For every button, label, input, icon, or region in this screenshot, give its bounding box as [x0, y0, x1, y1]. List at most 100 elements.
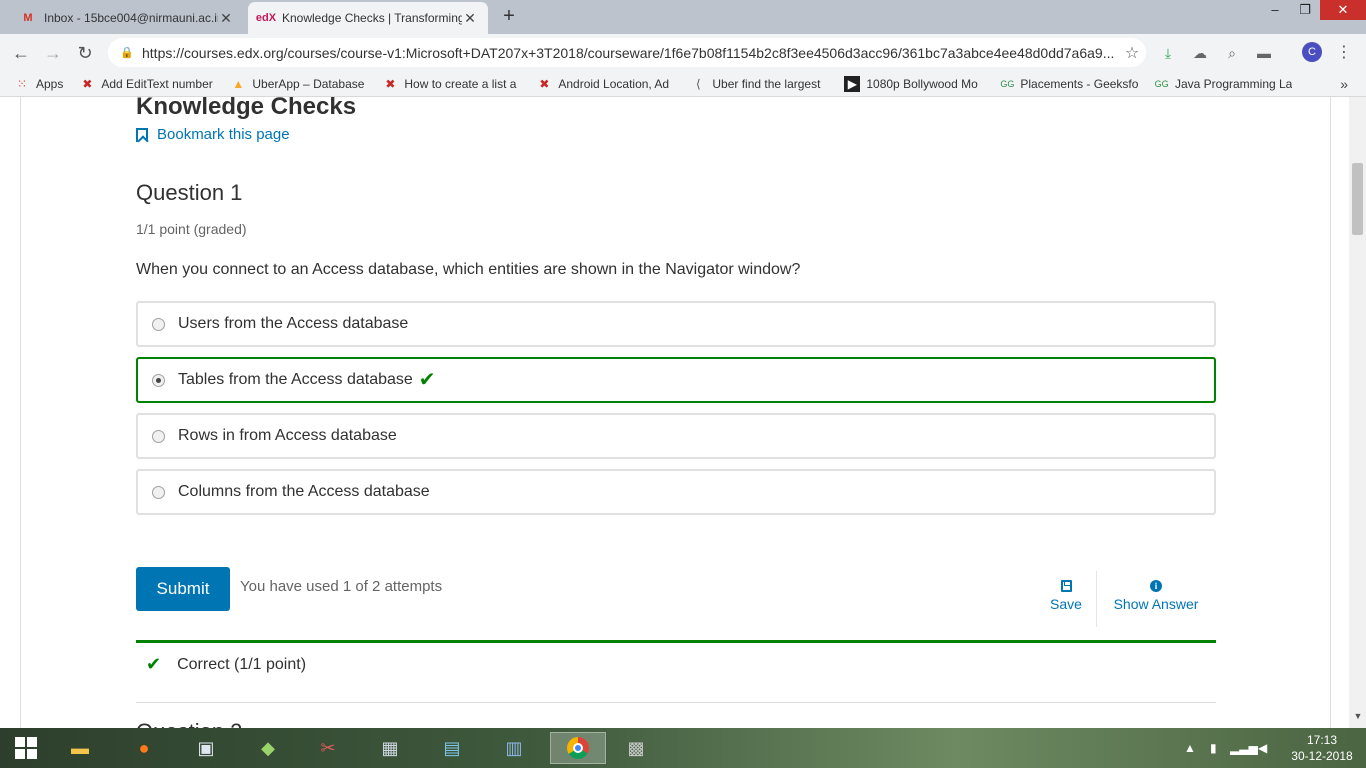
control-panel-icon[interactable]: ▥ [492, 732, 536, 764]
show-hidden-icons[interactable]: ▲ [1184, 736, 1196, 760]
choice-label: Rows in from Access database [178, 427, 397, 444]
forward-arrow-icon[interactable]: → [42, 42, 64, 64]
bookmark-label: Java Programming La [1174, 76, 1293, 91]
close-window-button[interactable]: ✕ [1320, 0, 1366, 20]
action-divider [1096, 571, 1097, 627]
chrome-icon[interactable] [550, 732, 606, 764]
choice-label: Tables from the Access database [178, 371, 413, 388]
edx-icon: edX [255, 12, 277, 24]
tab-edx[interactable]: edX Knowledge Checks | Transforming ✕ [248, 2, 488, 34]
save-label: Save [1050, 596, 1082, 612]
apps-grid-icon: ⁙ [16, 76, 28, 91]
choice-option[interactable]: Rows in from Access database [136, 413, 1216, 459]
page-icon: ⟨ [696, 76, 701, 91]
lock-icon: 🔒 [120, 46, 134, 59]
maximize-button[interactable]: ❐ [1290, 0, 1320, 20]
file-explorer-icon[interactable]: ▬ [58, 732, 102, 764]
bookmark-page-label: Bookmark this page [157, 126, 290, 143]
show-answer-label: Show Answer [1113, 596, 1199, 612]
browser-menu-icon[interactable]: ⋮ [1336, 42, 1352, 64]
question-title: Question 1 [136, 180, 243, 205]
battery-icon[interactable]: ▮ [1210, 736, 1217, 760]
window-controls: – ❐ ✕ [1260, 0, 1366, 22]
bookmark-label: Uber find the largest [712, 76, 821, 91]
firefox-icon[interactable]: ● [122, 732, 166, 764]
tab-title: Knowledge Checks | Transforming [282, 11, 462, 25]
choice-option[interactable]: Columns from the Access database [136, 469, 1216, 515]
notepad-icon[interactable]: ▤ [430, 732, 474, 764]
bookmark-label: Placements - Geeksfo [1020, 76, 1139, 91]
bookmark-label: Add EditText number [101, 76, 213, 91]
start-button[interactable] [4, 732, 48, 764]
extension-box-icon[interactable]: ▬ [1254, 43, 1274, 63]
question-divider [136, 702, 1216, 703]
task-manager-icon[interactable]: ▣ [184, 732, 228, 764]
show-answer-button[interactable]: i Show Answer [1106, 579, 1206, 612]
tab-close-icon[interactable]: ✕ [462, 10, 478, 27]
address-bar[interactable]: 🔒 https://courses.edx.org/courses/course… [108, 38, 1146, 67]
bookmark-item[interactable]: ✖ Android Location, Ad [536, 76, 674, 92]
tab-close-icon[interactable]: ✕ [218, 10, 234, 27]
tab-gmail[interactable]: M Inbox - 15bce004@nirmauni.ac.in ✕ [10, 2, 244, 34]
checkmark-icon: ✔ [418, 369, 436, 391]
attempts-text: You have used 1 of 2 attempts [240, 578, 443, 595]
content-left-border [20, 97, 21, 728]
bookmark-page-link[interactable]: Bookmark this page [136, 126, 290, 143]
question-points: 1/1 point (graded) [136, 221, 247, 237]
submit-button[interactable]: Submit [136, 567, 230, 611]
choice-label: Columns from the Access database [178, 483, 430, 500]
bookmark-label: How to create a list a [404, 76, 517, 91]
volume-icon[interactable]: ◀ [1258, 736, 1267, 760]
geeksforgeeks-icon: GG [1000, 78, 1015, 89]
radio-button-selected[interactable] [152, 373, 165, 387]
bookmark-label: Android Location, Ad [558, 76, 670, 91]
app-grid-icon[interactable]: ▩ [614, 732, 658, 764]
calculator-icon[interactable]: ▦ [368, 732, 412, 764]
question-text: When you connect to an Access database, … [136, 261, 801, 278]
snipping-tool-icon[interactable]: ✂ [306, 732, 350, 764]
bookmark-item[interactable]: GG Placements - Geeksfo [1000, 76, 1138, 92]
extension-search-icon[interactable]: ⌕ [1222, 43, 1242, 63]
bookmark-star-icon[interactable]: ☆ [1118, 43, 1146, 63]
minimize-button[interactable]: – [1260, 0, 1290, 20]
scrollbar-thumb[interactable] [1352, 163, 1363, 235]
choice-option[interactable]: Users from the Access database [136, 301, 1216, 347]
reload-icon[interactable]: ↻ [74, 42, 96, 64]
network-signal-icon[interactable]: ▂▃▅ [1230, 736, 1258, 760]
bookmark-item[interactable]: ✖ Add EditText number [79, 76, 214, 92]
bookmark-apps[interactable]: ⁙ Apps [14, 76, 63, 92]
sticky-notes-icon[interactable]: ◆ [246, 732, 290, 764]
back-arrow-icon[interactable]: ← [10, 42, 32, 64]
bookmarks-overflow-icon[interactable]: » [1340, 76, 1348, 92]
bookmark-item[interactable]: ⟨ Uber find the largest [690, 76, 828, 92]
radio-button[interactable] [152, 429, 165, 443]
taskbar-clock[interactable]: 17:13 30-12-2018 [1284, 732, 1360, 764]
bookmark-item[interactable]: GG Java Programming La [1154, 76, 1293, 92]
url-text[interactable]: https://courses.edx.org/courses/course-v… [142, 45, 1118, 61]
scroll-down-arrow-icon[interactable]: ▼ [1351, 711, 1365, 725]
save-icon [1060, 580, 1072, 592]
choice-option-correct[interactable]: Tables from the Access database ✔ [136, 357, 1216, 403]
video-icon: ▶ [844, 75, 861, 92]
profile-avatar[interactable]: C [1302, 42, 1322, 62]
gmail-icon: M [23, 12, 33, 24]
radio-button[interactable] [152, 485, 165, 499]
content-right-border [1330, 97, 1331, 728]
radio-button[interactable] [152, 317, 165, 331]
next-question-title: Question 2 [136, 719, 242, 728]
android-studio-icon: ✖ [82, 76, 93, 91]
save-button[interactable]: Save [1046, 579, 1086, 612]
bookmark-icon [136, 127, 148, 142]
extension-cloud-icon[interactable]: ☁ [1190, 43, 1210, 63]
tab-title: Inbox - 15bce004@nirmauni.ac.in [44, 11, 218, 25]
extension-download-icon[interactable]: ⤓ [1158, 43, 1178, 63]
bookmark-item[interactable]: ▶ 1080p Bollywood Mo [844, 75, 984, 92]
new-tab-button[interactable]: + [498, 6, 520, 28]
geeksforgeeks-icon: GG [1154, 78, 1169, 89]
bookmark-label: 1080p Bollywood Mo [866, 76, 978, 91]
bookmark-item[interactable]: ✖ How to create a list a [382, 76, 520, 92]
bookmark-item[interactable]: ▲ UberApp – Database [230, 76, 366, 92]
windows-taskbar: ▬ ● ▣ ◆ ✂ ▦ ▤ ▥ ▩ ▲ ▮ ▂▃▅ ◀ 17:13 30-12-… [0, 728, 1366, 768]
browser-toolbar: ← → ↻ 🔒 https://courses.edx.org/courses/… [0, 34, 1366, 71]
checkmark-icon: ✔ [146, 654, 162, 674]
